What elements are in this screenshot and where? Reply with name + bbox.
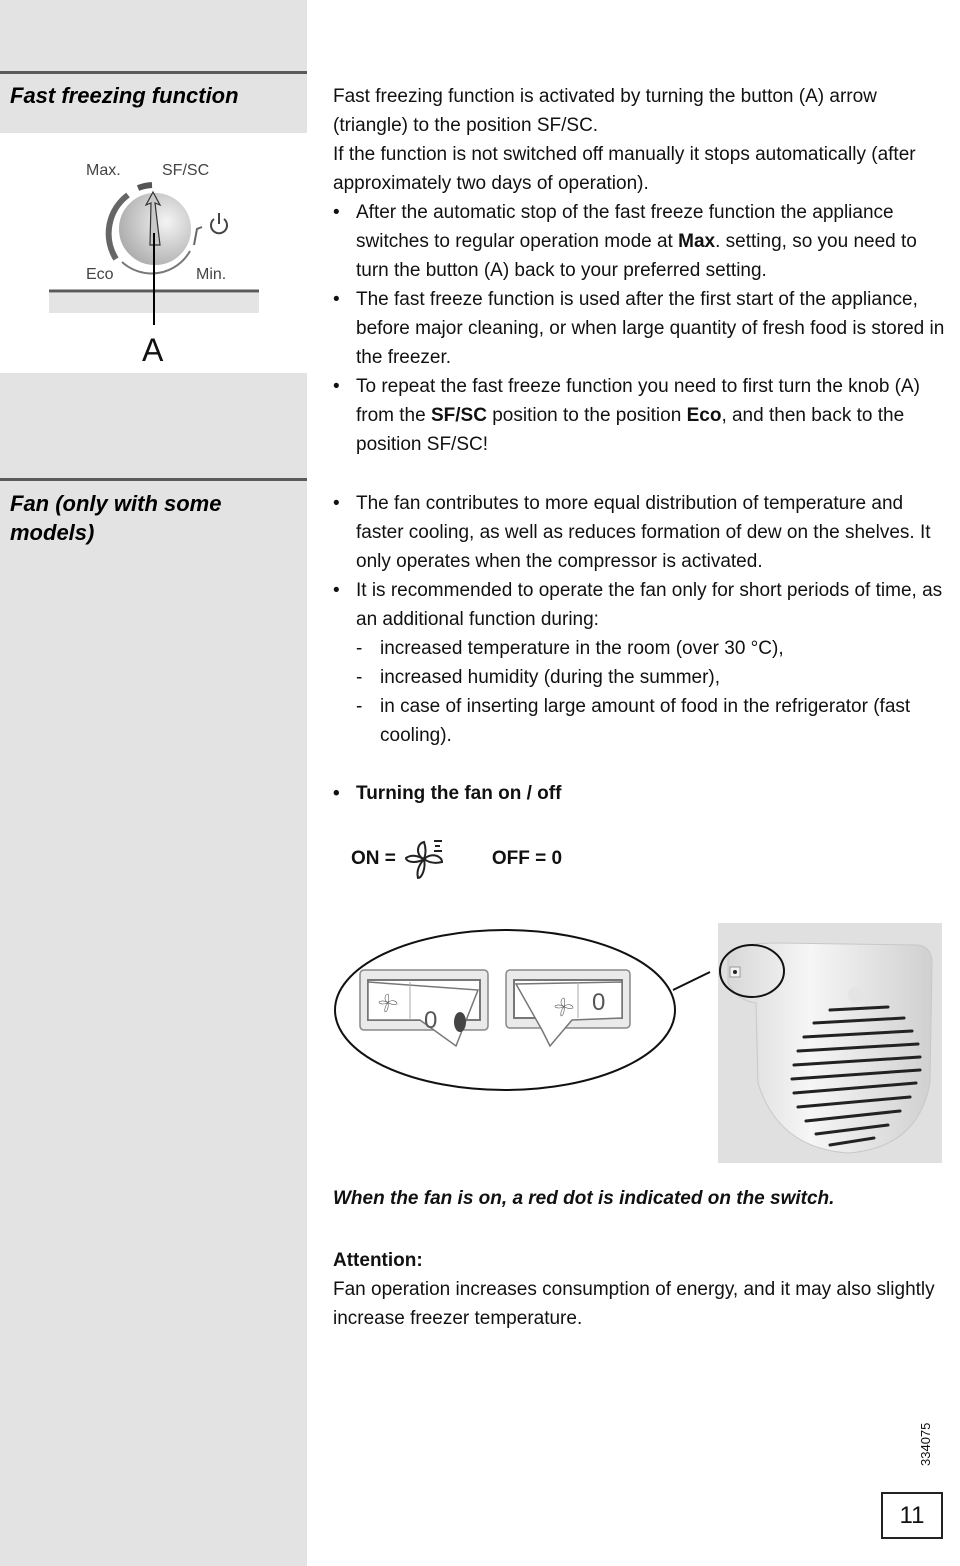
knob-callout-a: A bbox=[142, 332, 164, 368]
dash-item: - increased temperature in the room (over… bbox=[356, 638, 784, 659]
section-divider bbox=[0, 478, 307, 481]
intro-paragraph: If the function is not switched off manu… bbox=[333, 144, 916, 194]
switch-off: 0 bbox=[505, 969, 631, 1048]
page-number: 11 bbox=[881, 1492, 943, 1539]
attention-note: Attention: Fan operation increases consu… bbox=[333, 1246, 948, 1333]
section-title-fan: Fan (only with some models) bbox=[10, 491, 222, 545]
sidebar: Fast freezing function Max. SF/SC Eco Mi… bbox=[0, 0, 307, 1566]
on-label: ON = bbox=[351, 848, 396, 869]
red-dot-indicator bbox=[454, 1012, 466, 1032]
turning-heading: • Turning the fan on / off bbox=[333, 783, 562, 804]
knob-label-eco: Eco bbox=[86, 266, 114, 283]
list-item: • To repeat the fast freeze function you … bbox=[333, 376, 920, 455]
svg-text:0: 0 bbox=[592, 989, 605, 1016]
list-item: • The fast freeze function is used after … bbox=[333, 289, 945, 368]
fan-text: • The fan contributes to more equal distr… bbox=[333, 489, 948, 808]
knob-label-min: Min. bbox=[196, 266, 226, 283]
section-divider bbox=[0, 71, 307, 74]
switch-on: 0 bbox=[359, 969, 489, 1048]
on-off-legend: ON = OFF = 0 bbox=[351, 838, 562, 880]
list-item: • It is recommended to operate the fan on… bbox=[333, 580, 943, 630]
attention-text: Fan operation increases consumption of e… bbox=[333, 1279, 935, 1329]
fast-freezing-text: Fast freezing function is activated by t… bbox=[333, 82, 948, 459]
attention-title: Attention: bbox=[333, 1250, 423, 1271]
section-title-fast-freezing: Fast freezing function bbox=[10, 83, 239, 108]
intro-paragraph: Fast freezing function is activated by t… bbox=[333, 86, 877, 136]
document-code: 334075 bbox=[918, 1422, 933, 1466]
knob-illustration: Max. SF/SC Eco Min. A bbox=[0, 133, 307, 373]
knob-label-max: Max. bbox=[86, 162, 121, 179]
list-item: • The fan contributes to more equal distr… bbox=[333, 493, 931, 572]
switch-illustration: 0 0 bbox=[330, 920, 730, 1155]
dash-item: - increased humidity (during the summer), bbox=[356, 667, 721, 688]
svg-text:0: 0 bbox=[424, 1007, 437, 1034]
dash-item: - in case of inserting large amount of fo… bbox=[356, 696, 911, 746]
fan-unit-image bbox=[718, 923, 942, 1163]
list-item: • After the automatic stop of the fast fr… bbox=[333, 202, 917, 281]
fan-caption: When the fan is on, a red dot is indicat… bbox=[333, 1188, 835, 1209]
off-label: OFF = 0 bbox=[491, 848, 563, 869]
fan-icon bbox=[404, 840, 443, 880]
knob-label-sfsc: SF/SC bbox=[162, 162, 209, 179]
